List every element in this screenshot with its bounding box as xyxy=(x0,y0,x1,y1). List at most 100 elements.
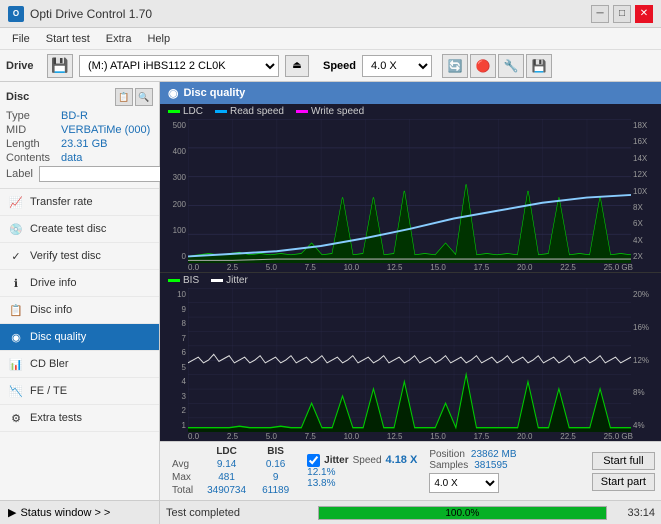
stats-bis-header: BIS xyxy=(254,445,297,458)
avg-bis: 0.16 xyxy=(254,458,297,471)
jitter-checkbox[interactable] xyxy=(307,454,320,467)
settings-button[interactable]: 🔧 xyxy=(498,54,524,78)
start-part-button[interactable]: Start part xyxy=(592,473,655,491)
menu-start-test[interactable]: Start test xyxy=(38,31,98,47)
menu-extra[interactable]: Extra xyxy=(98,31,140,47)
total-ldc: 3490734 xyxy=(199,484,254,497)
stats-empty xyxy=(166,445,199,458)
stats-ldc-header: LDC xyxy=(199,445,254,458)
charts-area: LDC Read speed Write speed 500 xyxy=(160,104,661,441)
nav-label-disc-quality: Disc quality xyxy=(30,331,86,343)
top-chart-svg xyxy=(188,119,631,263)
disc-icon1[interactable]: 📋 xyxy=(115,88,133,106)
sidebar-item-transfer-rate[interactable]: 📈Transfer rate xyxy=(0,189,159,216)
nav-icon-verify-test-disc: ✓ xyxy=(8,248,24,264)
bis-legend: BIS xyxy=(168,275,199,286)
status-window-label: Status window > > xyxy=(20,507,110,519)
action-buttons: Start full Start part xyxy=(592,452,655,491)
write-speed-label: Write speed xyxy=(311,106,364,117)
jitter-legend-label: Jitter xyxy=(226,275,248,286)
contents-value: data xyxy=(61,152,82,164)
chevron-icon: ▶ xyxy=(8,506,16,519)
type-value: BD-R xyxy=(61,110,88,122)
mid-value: VERBATiMe (000) xyxy=(61,124,150,136)
menu-file[interactable]: File xyxy=(4,31,38,47)
samples-label: Samples xyxy=(429,460,468,471)
disc-icon2[interactable]: 🔍 xyxy=(135,88,153,106)
start-full-button[interactable]: Start full xyxy=(592,452,655,470)
jitter-section: Jitter Speed 4.18 X 12.1% 13.8% xyxy=(307,454,417,489)
max-ldc: 481 xyxy=(199,471,254,484)
save-button[interactable]: 💾 xyxy=(526,54,552,78)
mid-label: MID xyxy=(6,124,61,136)
speed-select[interactable]: 4.0 X xyxy=(362,55,432,77)
type-label: Type xyxy=(6,110,61,122)
sidebar-item-extra-tests[interactable]: ⚙Extra tests xyxy=(0,405,159,432)
nav-label-drive-info: Drive info xyxy=(30,277,76,289)
status-text: Test completed xyxy=(166,507,310,519)
nav-icon-extra-tests: ⚙ xyxy=(8,410,24,426)
progress-text: 100.0% xyxy=(319,507,606,521)
disc-title: Disc xyxy=(6,91,29,103)
nav-label-fe-te: FE / TE xyxy=(30,385,67,397)
nav-label-transfer-rate: Transfer rate xyxy=(30,196,93,208)
bottom-bar: Test completed 100.0% 33:14 xyxy=(160,500,661,524)
sidebar-item-fe-te[interactable]: 📉FE / TE xyxy=(0,378,159,405)
total-bis: 61189 xyxy=(254,484,297,497)
jitter-avg-col: 12.1% 13.8% xyxy=(307,467,335,489)
sidebar-item-cd-bler[interactable]: 📊CD Bler xyxy=(0,351,159,378)
refresh-button[interactable]: 🔄 xyxy=(442,54,468,78)
position-label: Position xyxy=(429,449,465,460)
speed-stat-value: 4.18 X xyxy=(386,454,418,466)
label-input[interactable] xyxy=(39,166,177,182)
time-display: 33:14 xyxy=(615,507,655,519)
nav-label-disc-info: Disc info xyxy=(30,304,72,316)
avg-ldc: 9.14 xyxy=(199,458,254,471)
top-chart-container: LDC Read speed Write speed 500 xyxy=(160,104,661,273)
minimize-button[interactable]: ─ xyxy=(591,5,609,23)
eject-button[interactable]: ⏏ xyxy=(285,55,309,77)
y-axis-left-bottom: 10 9 8 7 6 5 4 3 2 1 xyxy=(160,288,188,432)
read-speed-label: Read speed xyxy=(230,106,284,117)
write-speed-color xyxy=(296,110,308,113)
drive-bar: Drive 💾 (M:) ATAPI iHBS112 2 CL0K ⏏ Spee… xyxy=(0,50,661,82)
bottom-chart-svg-wrap xyxy=(188,288,631,432)
sidebar-item-verify-test-disc[interactable]: ✓Verify test disc xyxy=(0,243,159,270)
jitter-max: 13.8% xyxy=(307,478,335,489)
samples-value: 381595 xyxy=(474,460,507,471)
y-axis-right-bottom: 20% 16% 12% 8% 4% xyxy=(631,288,661,432)
sidebar-item-create-test-disc[interactable]: 💿Create test disc xyxy=(0,216,159,243)
jitter-label: Jitter xyxy=(324,455,348,466)
sidebar-item-disc-quality[interactable]: ◉Disc quality xyxy=(0,324,159,351)
bis-legend-color xyxy=(168,279,180,282)
disc-quality-header: ◉ Disc quality xyxy=(160,82,661,104)
y-axis-right-top: 18X 16X 14X 12X 10X 8X 6X 4X 2X xyxy=(631,119,661,263)
drive-select[interactable]: (M:) ATAPI iHBS112 2 CL0K xyxy=(79,55,279,77)
length-label: Length xyxy=(6,138,61,150)
sidebar-item-drive-info[interactable]: ℹDrive info xyxy=(0,270,159,297)
write-speed-legend: Write speed xyxy=(296,106,364,117)
app-icon: O xyxy=(8,6,24,22)
disc-quality-title: Disc quality xyxy=(183,87,245,99)
top-chart-svg-wrap xyxy=(188,119,631,263)
menu-bar: File Start test Extra Help xyxy=(0,28,661,50)
x-axis-top: 0.0 2.5 5.0 7.5 10.0 12.5 15.0 17.5 20.0… xyxy=(160,263,661,272)
status-window-button[interactable]: ▶ Status window > > xyxy=(0,500,159,524)
menu-help[interactable]: Help xyxy=(139,31,178,47)
jitter-check-row: Jitter Speed 4.18 X xyxy=(307,454,417,467)
content-area: ◉ Disc quality LDC Read speed xyxy=(160,82,661,524)
nav-items: 📈Transfer rate💿Create test disc✓Verify t… xyxy=(0,189,159,432)
read-speed-color xyxy=(215,110,227,113)
jitter-legend-color xyxy=(211,279,223,282)
stats-speed-select[interactable]: 4.0 X xyxy=(429,473,499,493)
y-axis-left-top: 500 400 300 200 100 0 xyxy=(160,119,188,263)
close-button[interactable]: ✕ xyxy=(635,5,653,23)
maximize-button[interactable]: □ xyxy=(613,5,631,23)
burn-button[interactable]: 🔴 xyxy=(470,54,496,78)
stats-table: LDC BIS Avg 9.14 0.16 Max 481 9 Total 34… xyxy=(166,445,297,497)
sidebar-item-disc-info[interactable]: 📋Disc info xyxy=(0,297,159,324)
stats-row: LDC BIS Avg 9.14 0.16 Max 481 9 Total 34… xyxy=(160,441,661,500)
sidebar: Disc 📋 🔍 Type BD-R MID VERBATiMe (000) L… xyxy=(0,82,160,524)
jitter-legend: Jitter xyxy=(211,275,248,286)
contents-label: Contents xyxy=(6,152,61,164)
